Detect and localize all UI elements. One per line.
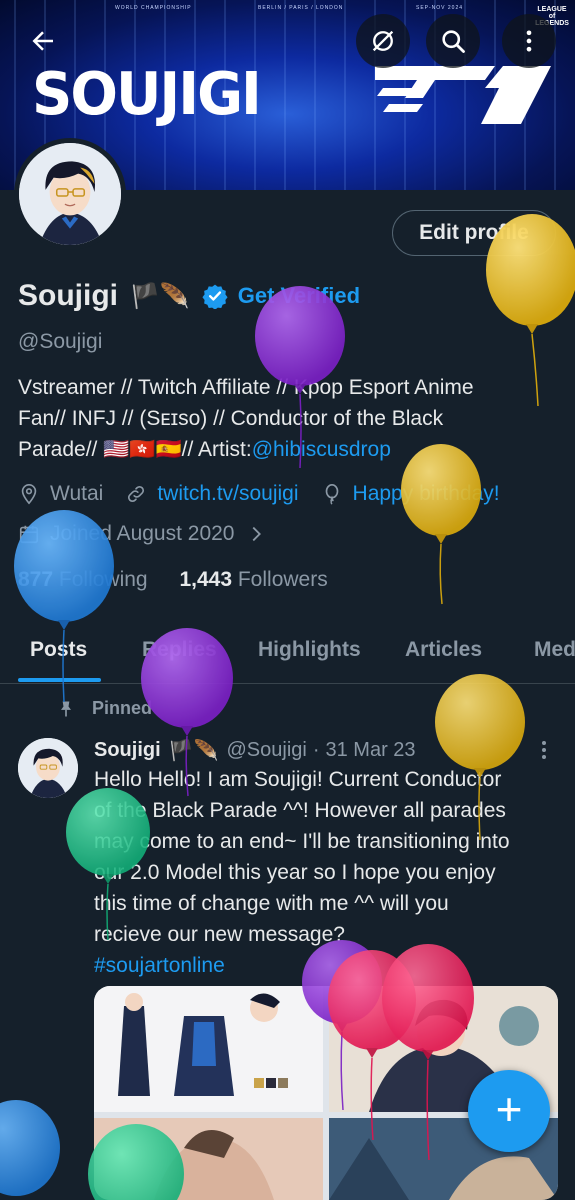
banner-small-text-mid: BERLIN / PARIS / LONDON	[258, 5, 344, 11]
tweet-author-emoji: 🏴🪶	[168, 740, 219, 762]
media-image-3[interactable]	[94, 1118, 323, 1200]
tweet-line-1: Hello Hello! I am Soujigi! Current Condu…	[94, 768, 502, 791]
banner-topline: WORLD CHAMPIONSHIP BERLIN / PARIS / LOND…	[0, 2, 575, 14]
followers-count: 1,443	[179, 568, 233, 591]
link-icon	[128, 485, 145, 503]
t1-logo	[375, 66, 551, 124]
tab-articles[interactable]: Articles	[405, 638, 482, 662]
tweet-more-icon[interactable]	[538, 740, 550, 760]
following-link[interactable]: 877 Following	[18, 568, 148, 591]
profile-name: Soujigi	[18, 279, 118, 312]
follow-stats: 877 Following 1,443 Followers	[18, 568, 328, 592]
plus-icon: +	[495, 1083, 523, 1135]
bio-artist-link[interactable]: @hibiscusdrop	[252, 438, 391, 461]
search-icon	[442, 30, 465, 53]
profile-website-link[interactable]: twitch.tv/soujigi	[157, 482, 298, 506]
tweet-text: Hello Hello! I am Soujigi! Current Condu…	[94, 764, 564, 981]
search-button[interactable]	[426, 14, 480, 68]
profile-joined-date: Joined August 2020	[50, 522, 235, 545]
profile-handle: @Soujigi	[18, 330, 103, 353]
more-options-button[interactable]	[502, 14, 556, 68]
eye-slash-icon	[372, 30, 394, 52]
pin-icon	[61, 701, 71, 716]
balloon-blue-2	[0, 1100, 60, 1196]
bio-line-1: Vstreamer // Twitch Affiliate // Kpop Es…	[18, 376, 474, 399]
tab-media[interactable]: Med	[534, 638, 575, 662]
banner-small-text-right: SEP-NOV 2024	[416, 5, 464, 11]
following-count: 877	[18, 568, 54, 591]
profile-joined-row[interactable]: Joined August 2020	[18, 522, 277, 546]
tab-replies[interactable]: Replies	[142, 638, 217, 662]
tweet-line-5: this time of change with me ^^ will you	[94, 892, 449, 915]
followers-link[interactable]: 1,443 Followers	[179, 568, 327, 591]
bio-line-3: Parade// 🇺🇸🇭🇰🇪🇸// Artist:	[18, 438, 252, 461]
verified-badge-icon[interactable]	[202, 283, 228, 309]
location-pin-icon	[21, 484, 37, 505]
balloon-icon	[325, 484, 338, 505]
get-verified-link[interactable]: Get Verified	[238, 283, 360, 309]
profile-bio: Vstreamer // Twitch Affiliate // Kpop Es…	[18, 372, 558, 465]
profile-avatar[interactable]	[14, 138, 126, 250]
tweet-author-avatar[interactable]	[18, 738, 78, 798]
followers-label: Followers	[237, 568, 328, 591]
banner-brand-text: SOUJIGI	[32, 60, 262, 129]
avatar-illustration	[19, 143, 121, 245]
tweet-line-3: may come to an end~ I'll be transitionin…	[94, 830, 510, 853]
tweet-author-name[interactable]: Soujigi	[94, 739, 161, 762]
tweet-header: Soujigi 🏴🪶 @Soujigi · 31 Mar 23	[94, 738, 416, 763]
tweet-line-2: of the Black Parade ^^! However all para…	[94, 799, 506, 822]
tweet-line-6: recieve our new message?	[94, 923, 345, 946]
profile-name-row: Soujigi 🏴🪶 Get Verified	[18, 276, 360, 316]
back-button[interactable]	[16, 14, 70, 68]
profile-meta-row: Wutai twitch.tv/soujigi Happy birthday!	[18, 482, 500, 506]
bio-line-2: Fan// INFJ // (Sᴇɪsᴏ) // Conductor of th…	[18, 407, 444, 430]
chevron-right-icon	[252, 526, 261, 542]
pinned-label: Pinned	[92, 698, 153, 718]
profile-location: Wutai	[50, 482, 104, 505]
more-vertical-icon	[526, 30, 532, 52]
arrow-left-icon	[32, 31, 53, 51]
banner-small-text-left: WORLD CHAMPIONSHIP	[115, 5, 192, 11]
active-tab-indicator	[18, 678, 101, 682]
balloon-yellow-2	[401, 444, 481, 605]
character-sheet-art	[118, 993, 288, 1096]
tweet-line-4: our 2.0 Model this year so I hope you en…	[94, 861, 496, 884]
profile-birthday[interactable]: Happy birthday!	[353, 482, 500, 506]
tab-highlights[interactable]: Highlights	[258, 638, 361, 662]
tweet-hashtag[interactable]: #soujartonline	[94, 950, 564, 981]
compose-post-button[interactable]: +	[468, 1070, 550, 1152]
tweet-date[interactable]: 31 Mar 23	[326, 739, 416, 762]
tweet-dot-separator: ·	[312, 739, 320, 761]
profile-tabs: Posts Replies Highlights Articles Med	[0, 626, 575, 684]
calendar-icon	[19, 525, 39, 544]
name-emoji: 🏴🪶	[130, 282, 190, 310]
tweet-avatar-illustration	[18, 738, 78, 798]
pinned-label-row: Pinned	[56, 698, 152, 719]
hide-banner-button[interactable]	[356, 14, 410, 68]
media-image-1[interactable]	[94, 986, 323, 1112]
character-art-3	[154, 1130, 274, 1200]
edit-profile-button[interactable]: Edit profile	[392, 210, 556, 256]
following-label: Following	[58, 568, 148, 591]
tweet-author-handle: @Soujigi	[226, 739, 307, 761]
tab-posts[interactable]: Posts	[30, 638, 87, 662]
